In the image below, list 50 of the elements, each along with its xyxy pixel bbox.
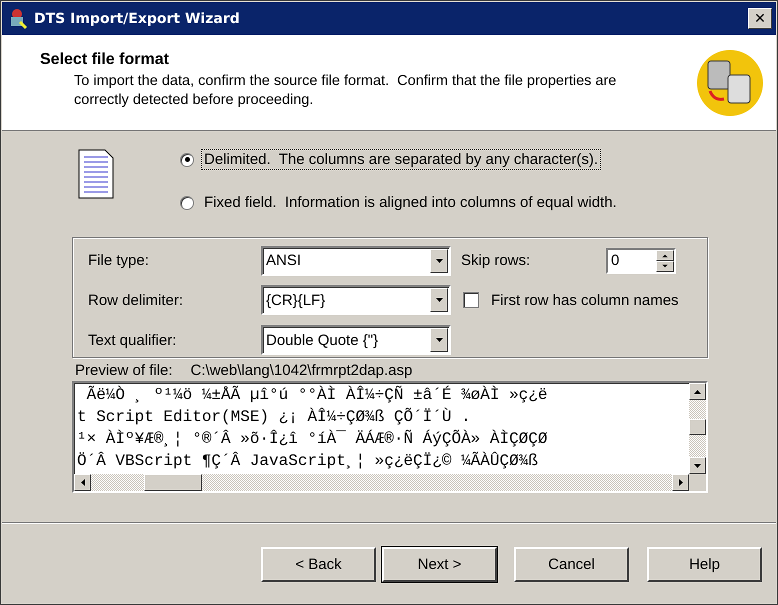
right-arrow-icon: [678, 479, 682, 486]
caret-icon: [436, 258, 442, 263]
skip-rows-label: Skip rows:: [461, 252, 532, 270]
scroll-up-button[interactable]: [689, 383, 706, 400]
down-arrow-icon: [694, 464, 701, 468]
document-icon: [78, 149, 114, 199]
scroll-right-button[interactable]: [672, 474, 689, 491]
skip-rows-spinner[interactable]: 0: [606, 248, 676, 274]
cancel-button[interactable]: Cancel: [514, 547, 629, 582]
radio-button[interactable]: [180, 152, 194, 166]
dropdown-button[interactable]: [430, 248, 448, 273]
file-type-label: File type:: [88, 252, 150, 270]
scroll-thumb[interactable]: [144, 474, 202, 491]
dropdown-field[interactable]: ANSI: [261, 246, 451, 276]
preview-label: Preview of file:: [75, 362, 173, 379]
close-button[interactable]: ✕: [748, 8, 772, 29]
preview-line: ¹× ÀÌº¥Æ®¸¦ °®´Â »õ·Î¿î °íÀ¯ ÄÁÆ®·Ñ ÁýÇÕÀ» ÀÌÇØÇØ: [77, 428, 548, 450]
text-qualifier-label: Text qualifier:: [88, 332, 178, 349]
caret-icon: [436, 338, 442, 342]
radio-label[interactable]: Delimited. The columns are separated by any character(s).: [201, 149, 602, 170]
radio-label[interactable]: Fixed field. Information is aligned into columns of equal width.: [201, 192, 620, 213]
database-icon: [696, 49, 764, 117]
checkbox[interactable]: [463, 292, 479, 308]
radio-button[interactable]: [180, 196, 194, 210]
next-button[interactable]: Next >: [382, 547, 497, 582]
dropdown-button[interactable]: [430, 328, 448, 352]
horizontal-scrollbar[interactable]: [74, 474, 689, 491]
checkbox-label[interactable]: First row has column names: [491, 292, 679, 309]
preview-line: t Script Editor(MSE) ¿¡ ÀÎ¼÷ÇØ¾ß ÇÕ´Ï´Ù .: [77, 406, 472, 428]
scroll-down-button[interactable]: [689, 457, 706, 474]
help-button[interactable]: Help: [647, 547, 762, 582]
page-description: To import the data, confirm the source file format. Confirm that the file properties are correctly detected before proceeding.: [73, 72, 618, 110]
scroll-left-button[interactable]: [74, 474, 91, 491]
scrollbar-corner: [689, 474, 706, 491]
dropdown-field[interactable]: Double Quote {"}: [261, 325, 451, 356]
back-button[interactable]: < Back: [261, 547, 376, 582]
vertical-scrollbar[interactable]: [689, 383, 706, 474]
page-title: Select file format: [40, 51, 170, 69]
preview-line: Ö´Â VBScript ¶Ç´Â JavaScript¸¦ »ç¿ëÇÏ¿© ¼ÃÀÛÇØ¾ß: [77, 450, 539, 472]
caret-icon: [436, 298, 442, 302]
wizard-icon: [8, 8, 28, 30]
left-arrow-icon: [80, 479, 84, 486]
dropdown-field[interactable]: {CR}{LF}: [261, 285, 451, 316]
window-title: DTS Import/Export Wizard: [34, 10, 241, 26]
up-arrow-icon: [694, 390, 701, 394]
preview-line: Ãë¼Ò ¸ º¹¼ö ¼±ÅÃ µî°ú °°ÀÌ ÀÎ¼÷ÇÑ ±â´É ¾øÀÌ »ç¿ë: [86, 384, 548, 406]
scroll-thumb[interactable]: [689, 419, 706, 435]
file-path: C:\web\lang\1042\frmrpt2dap.asp: [190, 362, 412, 379]
dropdown-button[interactable]: [430, 288, 448, 312]
row-delimiter-label: Row delimiter:: [88, 292, 184, 309]
